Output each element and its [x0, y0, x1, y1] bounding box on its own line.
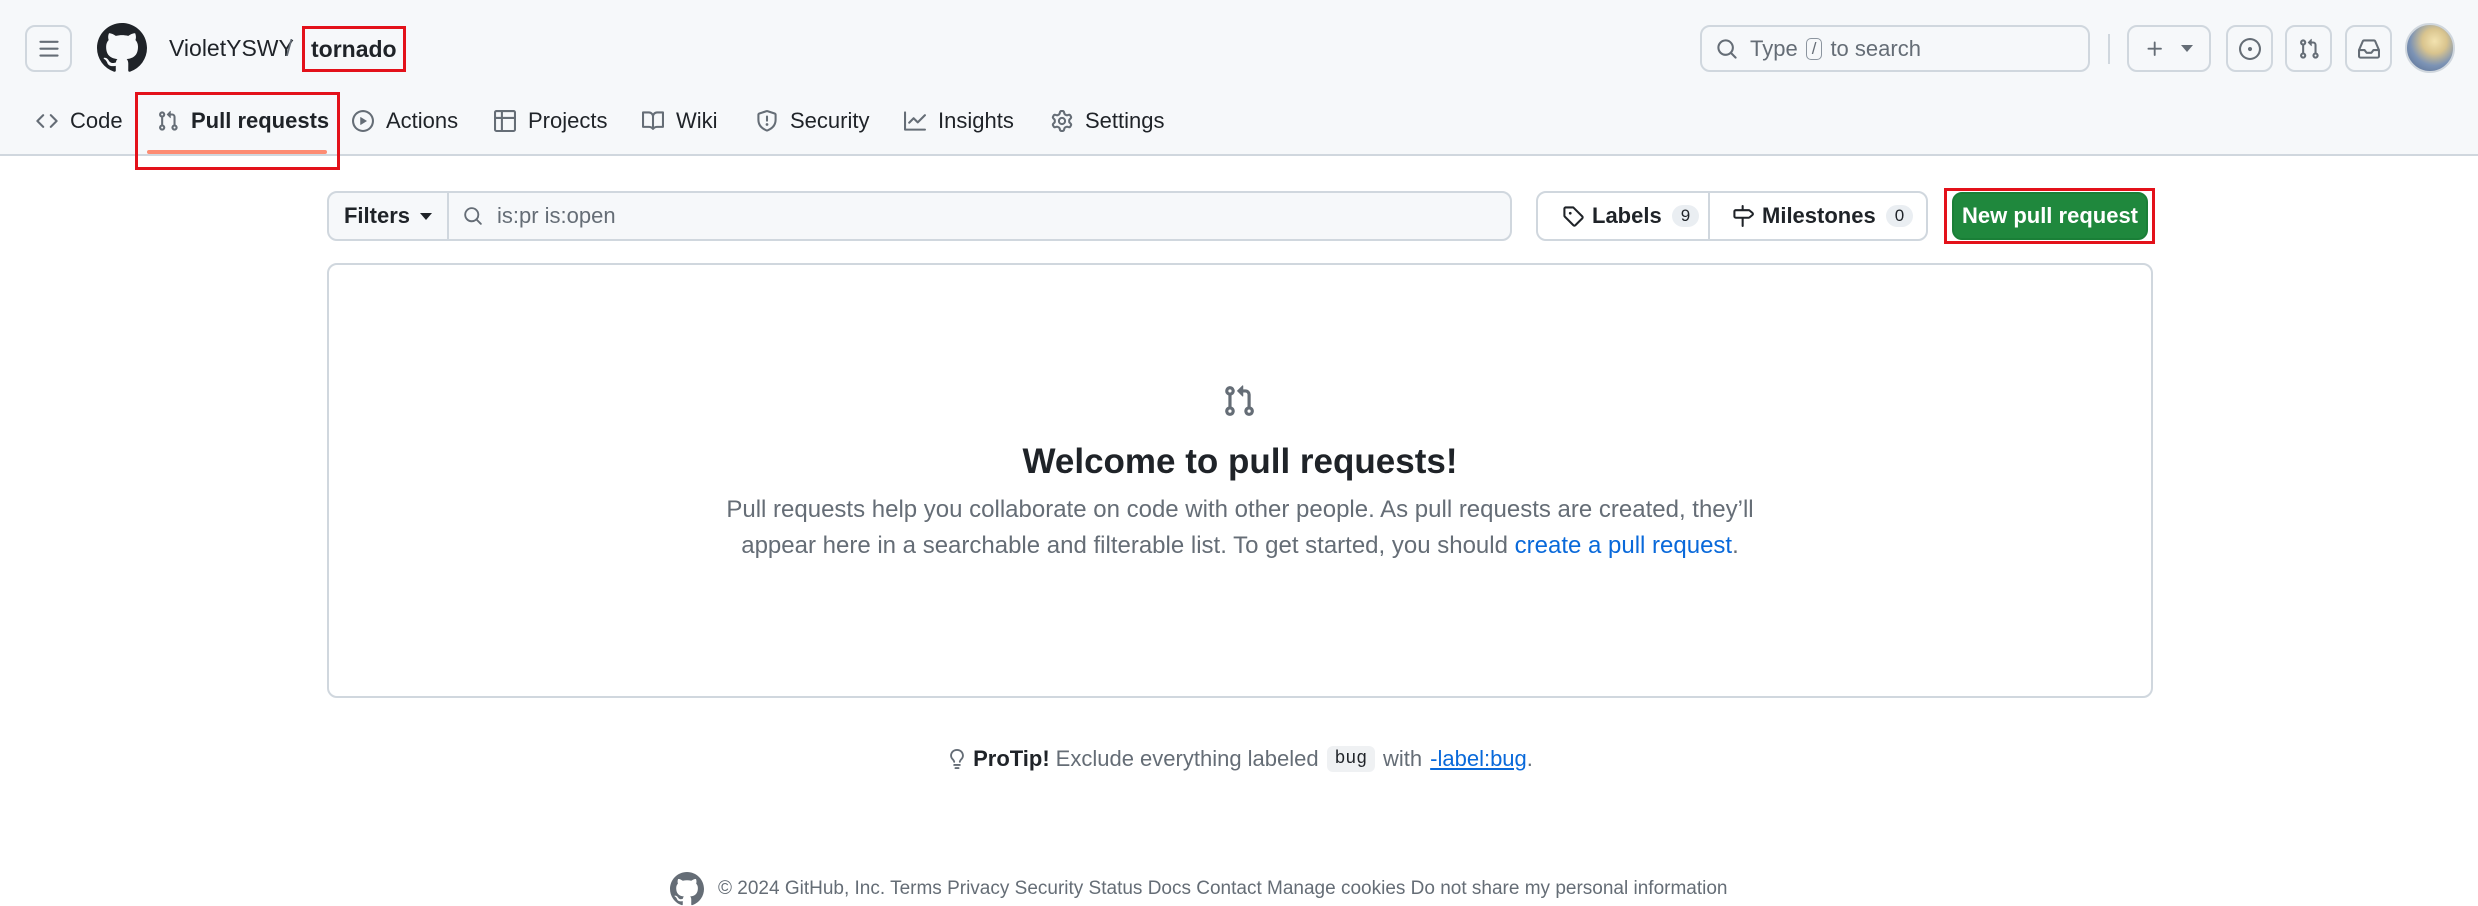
tab-actions[interactable]: Actions — [352, 100, 458, 142]
light-bulb-icon — [950, 749, 964, 769]
tab-label: Projects — [528, 108, 608, 133]
protip: ProTip! Exclude everything labeled bug w… — [327, 746, 2153, 772]
tab-label: Actions — [386, 108, 459, 133]
inbox-icon — [2357, 38, 2380, 59]
table-icon — [494, 110, 516, 132]
caret-down-icon — [420, 212, 433, 220]
blankslate-description: Pull requests help you collaborate on co… — [700, 492, 1780, 564]
labels-label: Labels — [1592, 203, 1662, 228]
milestones-count: 0 — [1885, 205, 1914, 227]
search-suffix-text: to search — [1830, 35, 1921, 61]
highlight-box-tab — [135, 92, 340, 170]
gear-icon — [1051, 110, 1073, 132]
protip-text: Exclude everything labeled — [1055, 746, 1319, 771]
filters-dropdown-button[interactable]: Filters — [329, 193, 449, 239]
labels-milestones-group: Labels 9 Milestones 0 — [1536, 191, 1928, 241]
blankslate-text-end: . — [1732, 532, 1739, 559]
page-footer: © 2024 GitHub, Inc. Terms Privacy Securi… — [670, 872, 1728, 906]
tag-icon — [1563, 206, 1584, 227]
protip-text-with: with — [1383, 746, 1423, 771]
chevron-down-icon — [2181, 45, 2193, 52]
milestones-button[interactable]: Milestones 0 — [1710, 193, 1926, 239]
book-icon — [642, 111, 664, 130]
tab-label: Code — [70, 108, 123, 133]
create-pull-request-link[interactable]: create a pull request — [1515, 532, 1732, 559]
search-icon — [464, 207, 482, 225]
menu-button[interactable] — [25, 25, 72, 72]
breadcrumb-repo[interactable]: tornado — [302, 26, 406, 72]
issues-button[interactable] — [2226, 25, 2273, 72]
filter-search-input[interactable]: is:pr is:open — [449, 193, 1510, 239]
github-mark-icon — [670, 872, 704, 906]
tab-security[interactable]: Security — [756, 100, 869, 142]
new-pull-request-button[interactable]: New pull request — [1952, 192, 2148, 240]
git-pull-request-icon — [1225, 385, 1254, 416]
hamburger-icon — [38, 40, 59, 57]
labels-count: 9 — [1671, 205, 1700, 227]
breadcrumb-separator: / — [286, 35, 293, 61]
git-pull-request-icon — [2299, 38, 2319, 59]
avatar[interactable] — [2405, 23, 2455, 73]
footer-text: © 2024 GitHub, Inc. Terms Privacy Securi… — [718, 878, 1728, 899]
protip-code-chip: bug — [1326, 746, 1376, 772]
search-icon — [1717, 38, 1737, 59]
play-icon — [352, 110, 374, 132]
search-prefix-text: Type — [1750, 35, 1798, 61]
github-logo-icon[interactable] — [96, 23, 147, 73]
tab-settings[interactable]: Settings — [1051, 100, 1165, 142]
filter-query-text: is:pr is:open — [497, 203, 616, 228]
header-divider — [2108, 34, 2110, 64]
blankslate-title: Welcome to pull requests! — [1022, 442, 1458, 481]
breadcrumb-owner[interactable]: VioletYSWY — [169, 32, 294, 64]
milestone-icon — [1733, 205, 1754, 227]
milestones-label: Milestones — [1762, 203, 1876, 228]
inbox-button[interactable] — [2345, 25, 2392, 72]
filter-bar: Filters is:pr is:open — [327, 191, 1512, 241]
tab-wiki[interactable]: Wiki — [642, 100, 718, 142]
shield-icon — [757, 110, 777, 132]
code-icon — [36, 114, 58, 128]
tab-label: Security — [790, 108, 870, 133]
create-new-button[interactable] — [2127, 25, 2211, 72]
labels-button[interactable]: Labels 9 — [1538, 193, 1710, 239]
graph-icon — [904, 111, 926, 131]
plus-icon — [2147, 41, 2162, 56]
tab-projects[interactable]: Projects — [494, 100, 607, 142]
issue-opened-icon — [2238, 37, 2261, 60]
filters-label: Filters — [343, 203, 411, 228]
protip-label: ProTip! — [973, 746, 1050, 771]
tab-label: Wiki — [676, 108, 718, 133]
pull-requests-button[interactable] — [2285, 25, 2332, 72]
tab-code[interactable]: Code — [36, 100, 123, 142]
protip-end: . — [1526, 746, 1533, 771]
tab-insights[interactable]: Insights — [904, 100, 1014, 142]
protip-filter-link[interactable]: -label:bug — [1430, 746, 1527, 772]
search-shortcut-key: / — [1805, 37, 1823, 60]
tab-label: Insights — [938, 108, 1014, 133]
search-input[interactable]: Type / to search — [1700, 25, 2090, 72]
tab-label: Settings — [1085, 108, 1165, 133]
